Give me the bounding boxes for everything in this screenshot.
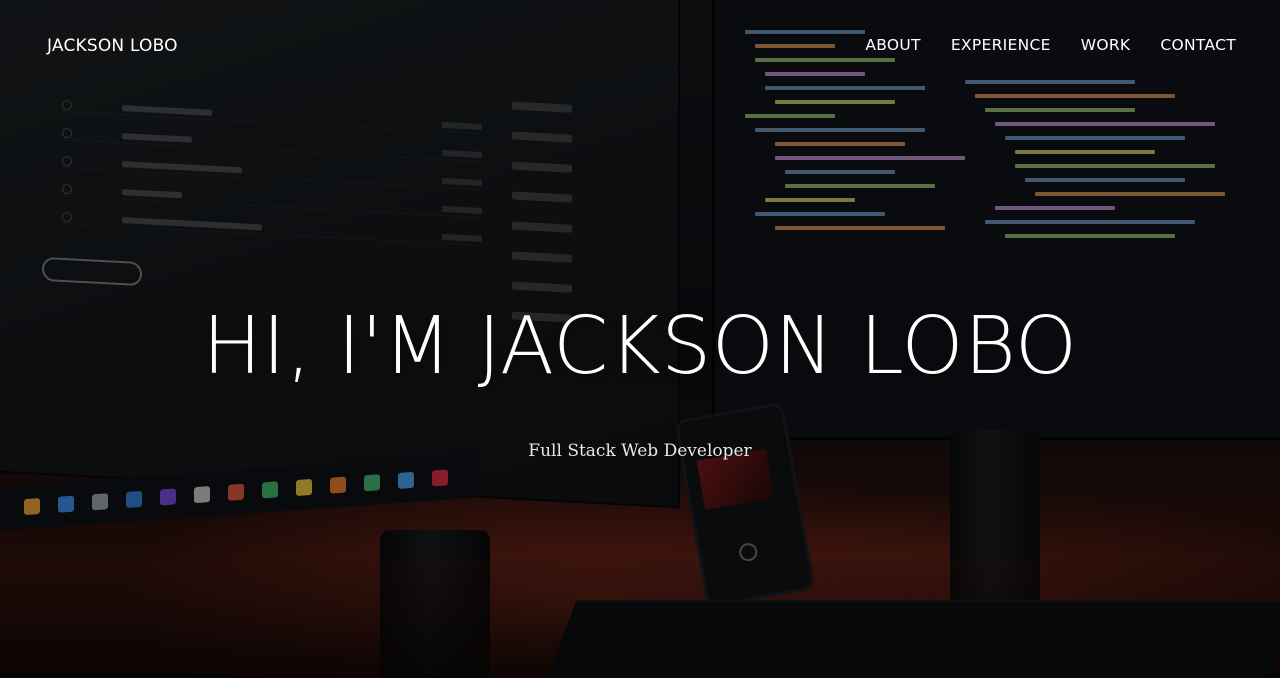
nav-menu: ABOUT EXPERIENCE WORK CONTACT xyxy=(865,36,1236,54)
brand-logo-link[interactable]: JACKSON LOBO xyxy=(47,36,178,56)
hero-headline: HI, I'M JACKSON LOBO xyxy=(202,300,1078,392)
nav-link-about[interactable]: ABOUT xyxy=(865,36,920,54)
nav-link-experience[interactable]: EXPERIENCE xyxy=(951,36,1051,54)
nav-link-work[interactable]: WORK xyxy=(1081,36,1131,54)
hero-subtitle: Full Stack Web Developer xyxy=(528,441,752,461)
hero-section: JACKSON LOBO ABOUT EXPERIENCE WORK CONTA… xyxy=(0,0,1280,678)
top-navigation: JACKSON LOBO ABOUT EXPERIENCE WORK CONTA… xyxy=(0,0,1280,92)
nav-link-contact[interactable]: CONTACT xyxy=(1160,36,1236,54)
